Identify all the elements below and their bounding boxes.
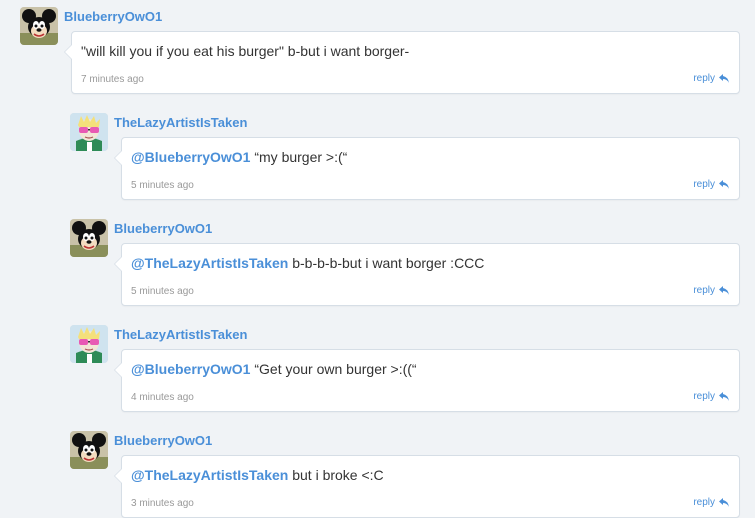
avatar[interactable] — [70, 431, 108, 469]
reply-button[interactable]: reply — [693, 179, 729, 190]
comment-mention[interactable]: @TheLazyArtistIsTaken — [131, 467, 288, 483]
comment-username[interactable]: TheLazyArtistIsTaken — [114, 115, 247, 130]
lazy-artist-avatar-icon — [70, 325, 108, 363]
comment-mention[interactable]: @BlueberryOwO1 — [131, 361, 250, 377]
avatar[interactable] — [70, 325, 108, 363]
comment-timestamp: 5 minutes ago — [131, 286, 194, 297]
lazy-artist-avatar-icon — [70, 113, 108, 151]
comment-bubble: "will kill you if you eat his burger" b-… — [64, 31, 740, 94]
avatar[interactable] — [70, 219, 108, 257]
reply-button[interactable]: reply — [693, 497, 729, 508]
comment-body: “Get your own burger >:((“ — [250, 361, 417, 377]
yakko-avatar-icon — [70, 219, 108, 257]
comment-username[interactable]: BlueberryOwO1 — [114, 433, 212, 448]
comment-timestamp: 5 minutes ago — [131, 180, 194, 191]
reply-arrow-icon — [719, 498, 729, 507]
comment-timestamp: 4 minutes ago — [131, 392, 194, 403]
comment-text: @BlueberryOwO1 “Get your own burger >:((… — [131, 361, 417, 377]
reply-label: reply — [693, 73, 715, 84]
comment-text: @TheLazyArtistIsTaken but i broke <:C — [131, 467, 384, 483]
comment-username[interactable]: BlueberryOwO1 — [64, 9, 162, 24]
reply-arrow-icon — [719, 180, 729, 189]
comment-mention[interactable]: @BlueberryOwO1 — [131, 149, 250, 165]
avatar[interactable] — [70, 113, 108, 151]
reply-button[interactable]: reply — [693, 391, 729, 402]
reply-arrow-icon — [719, 392, 729, 401]
comment-mention[interactable]: @TheLazyArtistIsTaken — [131, 255, 288, 271]
comment-body: "will kill you if you eat his burger" b-… — [81, 43, 410, 59]
comment-bubble: @BlueberryOwO1 “Get your own burger >:((… — [114, 349, 740, 412]
comment-timestamp: 7 minutes ago — [81, 74, 144, 85]
reply-label: reply — [693, 179, 715, 190]
comment-username[interactable]: BlueberryOwO1 — [114, 221, 212, 236]
reply-label: reply — [693, 391, 715, 402]
comment-bubble: @TheLazyArtistIsTaken b-b-b-b-but i want… — [114, 243, 740, 306]
yakko-avatar-icon — [70, 431, 108, 469]
comment-bubble: @TheLazyArtistIsTaken but i broke <:C 3 … — [114, 455, 740, 518]
comment-bubble: @BlueberryOwO1 “my burger >:(“ 5 minutes… — [114, 137, 740, 200]
reply-label: reply — [693, 497, 715, 508]
comment-body: but i broke <:C — [288, 467, 384, 483]
reply-button[interactable]: reply — [693, 285, 729, 296]
reply-arrow-icon — [719, 286, 729, 295]
comment-text: @BlueberryOwO1 “my burger >:(“ — [131, 149, 347, 165]
comment-text: @TheLazyArtistIsTaken b-b-b-b-but i want… — [131, 255, 484, 271]
yakko-avatar-icon — [20, 7, 58, 45]
comment-body: “my burger >:(“ — [250, 149, 348, 165]
comment-username[interactable]: TheLazyArtistIsTaken — [114, 327, 247, 342]
reply-label: reply — [693, 285, 715, 296]
reply-button[interactable]: reply — [693, 73, 729, 84]
comment-text: "will kill you if you eat his burger" b-… — [81, 43, 409, 59]
avatar[interactable] — [20, 7, 58, 45]
comment-body: b-b-b-b-but i want borger :CCC — [288, 255, 485, 271]
reply-arrow-icon — [719, 74, 729, 83]
